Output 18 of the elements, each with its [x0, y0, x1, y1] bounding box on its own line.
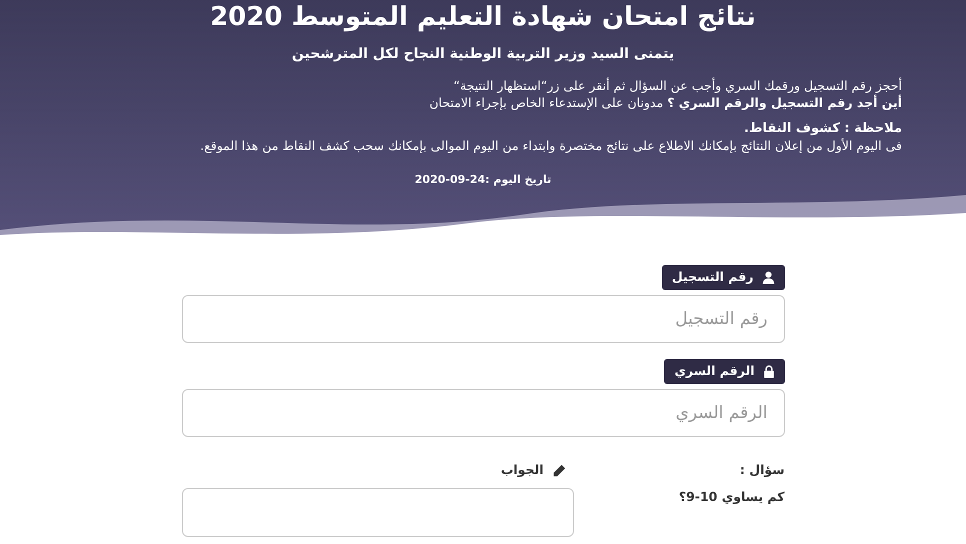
pencil-icon [552, 464, 566, 478]
field-label: رقم التسجيل [662, 265, 784, 290]
subtitle: يتمنى السيد وزير التربية الوطنية النجاح لكل المترشحين [290, 45, 676, 64]
answer-field[interactable] [182, 488, 574, 538]
note-text: فى اليوم الأول من إعلان النتائج بإمكانك الاطلاع على نتائج مختصرة وابتداء من اليوم الموالى بإمكانك سحب كشف النقاط من هذا الموقع. [199, 137, 902, 154]
note-title: ملاحظة : كشوف النقاط. [743, 120, 902, 137]
question-label: سؤال : [738, 460, 784, 479]
lock-icon [762, 364, 774, 378]
answer-label: الجواب [500, 461, 574, 480]
field-label: الرقم السري [664, 358, 784, 384]
date-text: تاريخ اليوم :24-09-2020 [414, 172, 552, 188]
instruction-text: أحجز رقم التسجيل ورقمك السري وأجب عن السؤال ثم أنقر على زر“استظهار النتيجة“ [452, 77, 902, 94]
page-title: نتائج امتحان شهادة التعليم المتوسط 2020 [209, 1, 757, 34]
user-icon [762, 270, 774, 284]
question-text: كم يساوي 10-9؟ [678, 488, 784, 506]
instruction-text: أين أجد رقم التسجيل والرقم السري ؟ مدونان على الإستدعاء الخاص بإجراء الامتحان [428, 94, 902, 111]
input-field[interactable]: الرقم السري [182, 388, 784, 437]
input-field[interactable]: رقم التسجيل [182, 294, 784, 343]
